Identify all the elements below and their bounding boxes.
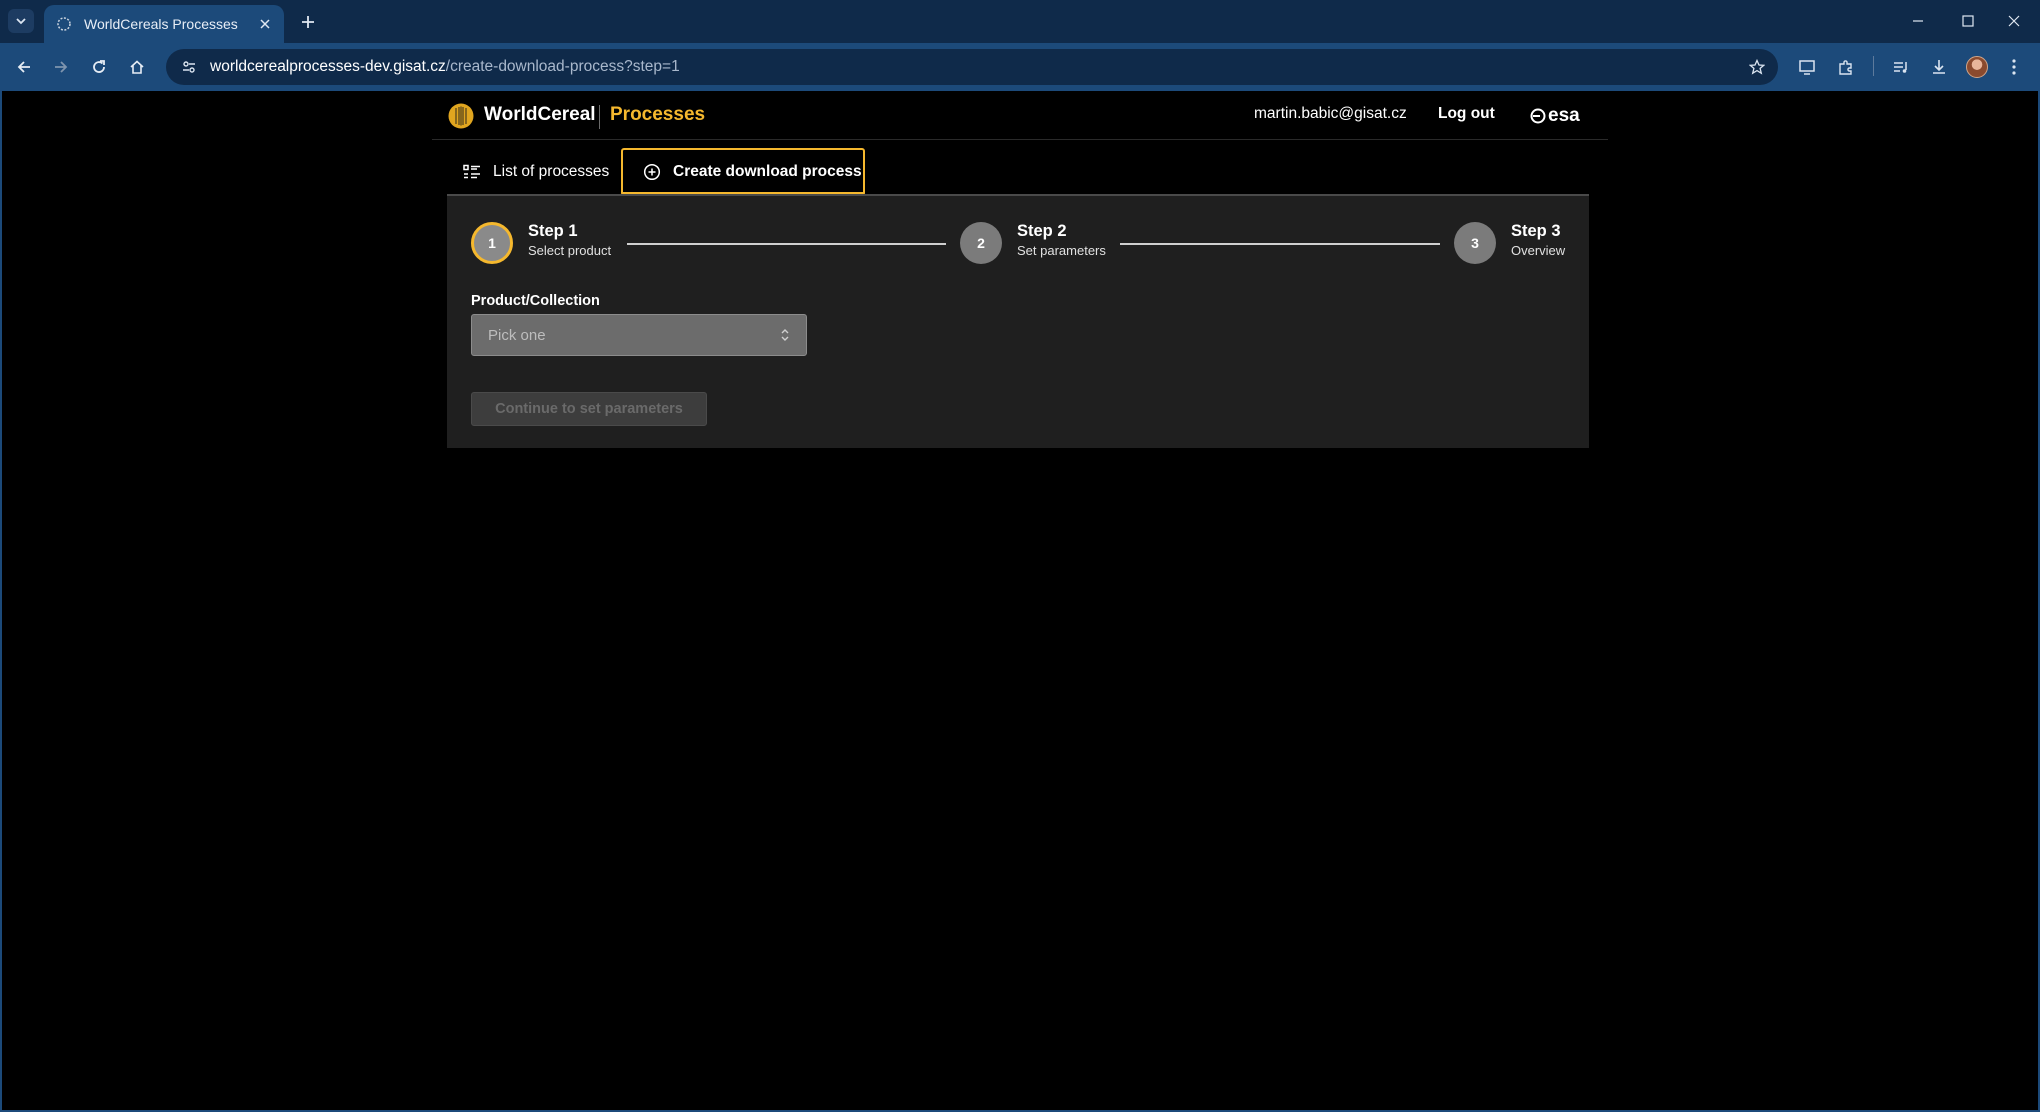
back-button[interactable] [10,53,38,81]
reload-icon [93,60,105,73]
url-path: /create-download-process?step=1 [445,58,680,75]
chevron-down-icon [16,18,26,25]
user-email: martin.babic@gisat.cz [1254,105,1407,122]
arrow-right-icon [55,61,68,73]
browser-menu-button[interactable] [2001,54,2027,80]
plus-icon [302,16,314,28]
new-tab-button[interactable] [296,10,320,34]
create-process-panel: 1 Step 1 Select product 2 Step 2 Set par… [447,194,1589,448]
tab-label: List of processes [493,163,610,180]
step-2-subtitle: Set parameters [1017,243,1106,258]
close-tab-icon[interactable] [254,13,276,35]
step-connector [627,243,946,245]
continue-to-set-parameters-button[interactable]: Continue to set parameters [471,392,707,426]
app-tabs: List of processes Create download proces… [447,148,1589,198]
close-icon [2008,15,2020,27]
url-text: worldcerealprocesses-dev.gisat.cz/create… [210,58,680,76]
step-2-title: Step 2 [1017,222,1067,240]
brand-name[interactable]: WorldCereal [484,104,596,126]
minimize-button[interactable] [1898,8,1938,34]
favicon-icon [57,17,71,31]
tab-list-of-processes[interactable]: List of processes [447,148,609,196]
logout-button[interactable]: Log out [1438,105,1495,123]
plus-circle-icon [643,163,661,181]
step-3-subtitle: Overview [1511,243,1566,258]
bookmark-star-icon[interactable] [1746,56,1768,78]
tab-search-button[interactable] [8,9,34,33]
tab-title: WorldCereals Processes [84,16,238,32]
tab-create-download-process[interactable]: Create download process [621,148,865,196]
profile-avatar[interactable] [1964,54,1990,80]
step-3-indicator[interactable]: 3 [1454,222,1496,264]
media-controls-icon[interactable] [1888,54,1914,80]
esa-logo[interactable]: esa [1530,103,1580,129]
worldcereal-logo-icon[interactable] [448,103,474,129]
step-connector [1120,243,1440,245]
esa-mark-icon [1530,108,1546,124]
home-icon [130,60,144,74]
close-window-button[interactable] [1994,8,2034,34]
reload-button[interactable] [85,53,113,81]
maximize-icon [1962,15,1974,27]
home-button[interactable] [123,53,151,81]
extensions-puzzle-icon[interactable] [1833,54,1859,80]
product-collection-label: Product/Collection [471,293,600,309]
window-border-left [0,91,2,1112]
browser-toolbar: worldcerealprocesses-dev.gisat.cz/create… [0,43,2040,91]
maximize-button[interactable] [1948,8,1988,34]
step-1-title: Step 1 [528,222,578,240]
site-info-icon[interactable] [178,56,200,78]
kebab-menu-icon [2012,59,2016,75]
url-host: worldcerealprocesses-dev.gisat.cz [210,58,446,75]
list-icon [463,163,481,181]
section-title: Processes [610,104,706,125]
avatar-icon [1966,56,1988,78]
step-1-subtitle: Select product [528,243,612,258]
brand-divider [599,105,600,129]
arrow-left-icon [17,61,30,73]
chevron-up-down-icon [778,326,792,344]
browser-tab[interactable]: WorldCereals Processes [44,5,284,43]
cast-icon[interactable] [1794,54,1820,80]
esa-logo-text: esa [1548,105,1580,126]
app-header: WorldCereal Processes martin.babic@gisat… [432,91,1608,140]
browser-tab-bar: WorldCereals Processes [0,0,2040,43]
download-icon[interactable] [1926,54,1952,80]
toolbar-separator [1873,56,1874,76]
minimize-icon [1913,20,1923,22]
step-3-title: Step 3 [1511,222,1561,240]
step-2-indicator[interactable]: 2 [960,222,1002,264]
product-collection-select[interactable]: Pick one [471,314,807,356]
address-bar[interactable]: worldcerealprocesses-dev.gisat.cz/create… [166,49,1778,85]
select-placeholder: Pick one [488,326,546,344]
step-1-indicator[interactable]: 1 [471,222,513,264]
tab-label: Create download process [673,163,862,180]
forward-button[interactable] [47,53,75,81]
